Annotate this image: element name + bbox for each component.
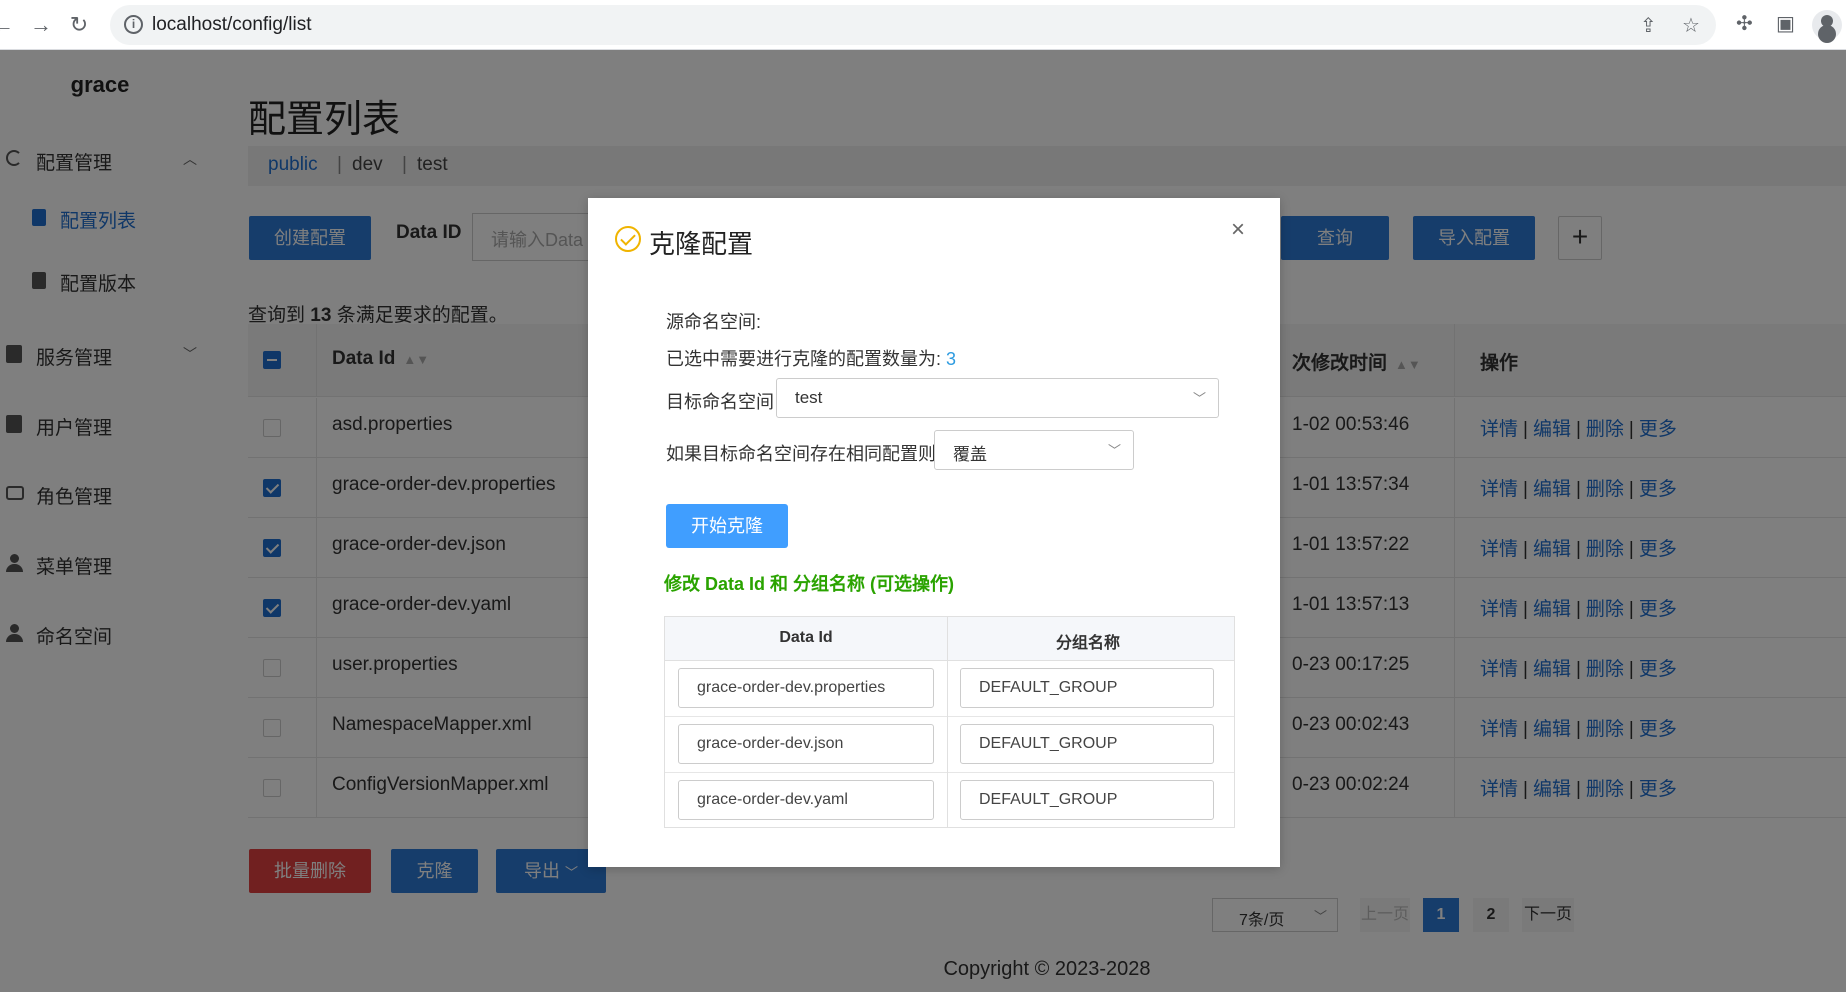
browser-toolbar: ← → ↻ i localhost/config/list ⇪ ☆ ✣ ▣ bbox=[0, 0, 1846, 50]
group-input[interactable]: DEFAULT_GROUP bbox=[960, 724, 1214, 764]
table-row: grace-order-dev.properties DEFAULT_GROUP bbox=[665, 661, 1234, 717]
dataid-input[interactable]: grace-order-dev.properties bbox=[678, 668, 934, 708]
table-row: grace-order-dev.yaml DEFAULT_GROUP bbox=[665, 773, 1234, 829]
sidepanel-icon[interactable]: ▣ bbox=[1776, 11, 1795, 36]
modify-hint: 修改 Data Id 和 分组名称 (可选操作) bbox=[664, 574, 955, 594]
share-icon[interactable]: ⇪ bbox=[1640, 13, 1657, 38]
selected-count: 3 bbox=[946, 349, 957, 369]
dialog-title: 克隆配置 bbox=[649, 229, 754, 259]
source-namespace-label: 源命名空间: bbox=[666, 312, 762, 332]
target-namespace-select[interactable]: test ﹀ bbox=[776, 378, 1219, 418]
clone-table-header: Data Id 分组名称 bbox=[665, 617, 1234, 661]
url-text[interactable]: localhost/config/list bbox=[152, 14, 311, 36]
reload-icon[interactable]: ↻ bbox=[64, 10, 94, 40]
group-input[interactable]: DEFAULT_GROUP bbox=[960, 780, 1214, 820]
arrow-left-icon[interactable]: ← bbox=[0, 10, 18, 40]
conflict-policy-select[interactable]: 覆盖 ﹀ bbox=[934, 430, 1134, 470]
header-dataid: Data Id bbox=[779, 629, 833, 646]
header-group: 分组名称 bbox=[1055, 635, 1120, 652]
selected-count-text: 已选中需要进行克隆的配置数量为: 3 bbox=[666, 349, 957, 369]
group-input[interactable]: DEFAULT_GROUP bbox=[960, 668, 1214, 708]
chevron-down-icon: ﹀ bbox=[1107, 443, 1121, 458]
dataid-input[interactable]: grace-order-dev.yaml bbox=[678, 780, 934, 820]
clone-config-dialog: 克隆配置 × 源命名空间: 已选中需要进行克隆的配置数量为: 3 目标命名空间 … bbox=[588, 198, 1280, 867]
info-icon[interactable]: i bbox=[124, 15, 143, 34]
chevron-down-icon: ﹀ bbox=[1192, 391, 1206, 406]
target-namespace-label: 目标命名空间 bbox=[666, 392, 774, 412]
clone-rename-table: Data Id 分组名称 grace-order-dev.properties … bbox=[664, 616, 1235, 828]
profile-icon[interactable] bbox=[1812, 10, 1842, 40]
address-bar[interactable]: i localhost/config/list ⇪ ☆ bbox=[110, 5, 1716, 45]
star-icon[interactable]: ☆ bbox=[1682, 13, 1700, 38]
table-row: grace-order-dev.json DEFAULT_GROUP bbox=[665, 717, 1234, 773]
conflict-policy-label: 如果目标命名空间存在相同配置则 bbox=[666, 444, 936, 464]
close-icon[interactable]: × bbox=[1231, 216, 1245, 244]
arrow-right-icon[interactable]: → bbox=[26, 10, 56, 40]
puzzle-icon[interactable]: ✣ bbox=[1736, 11, 1753, 36]
dataid-input[interactable]: grace-order-dev.json bbox=[678, 724, 934, 764]
start-clone-button[interactable]: 开始克隆 bbox=[666, 504, 788, 548]
check-circle-icon bbox=[615, 226, 641, 252]
